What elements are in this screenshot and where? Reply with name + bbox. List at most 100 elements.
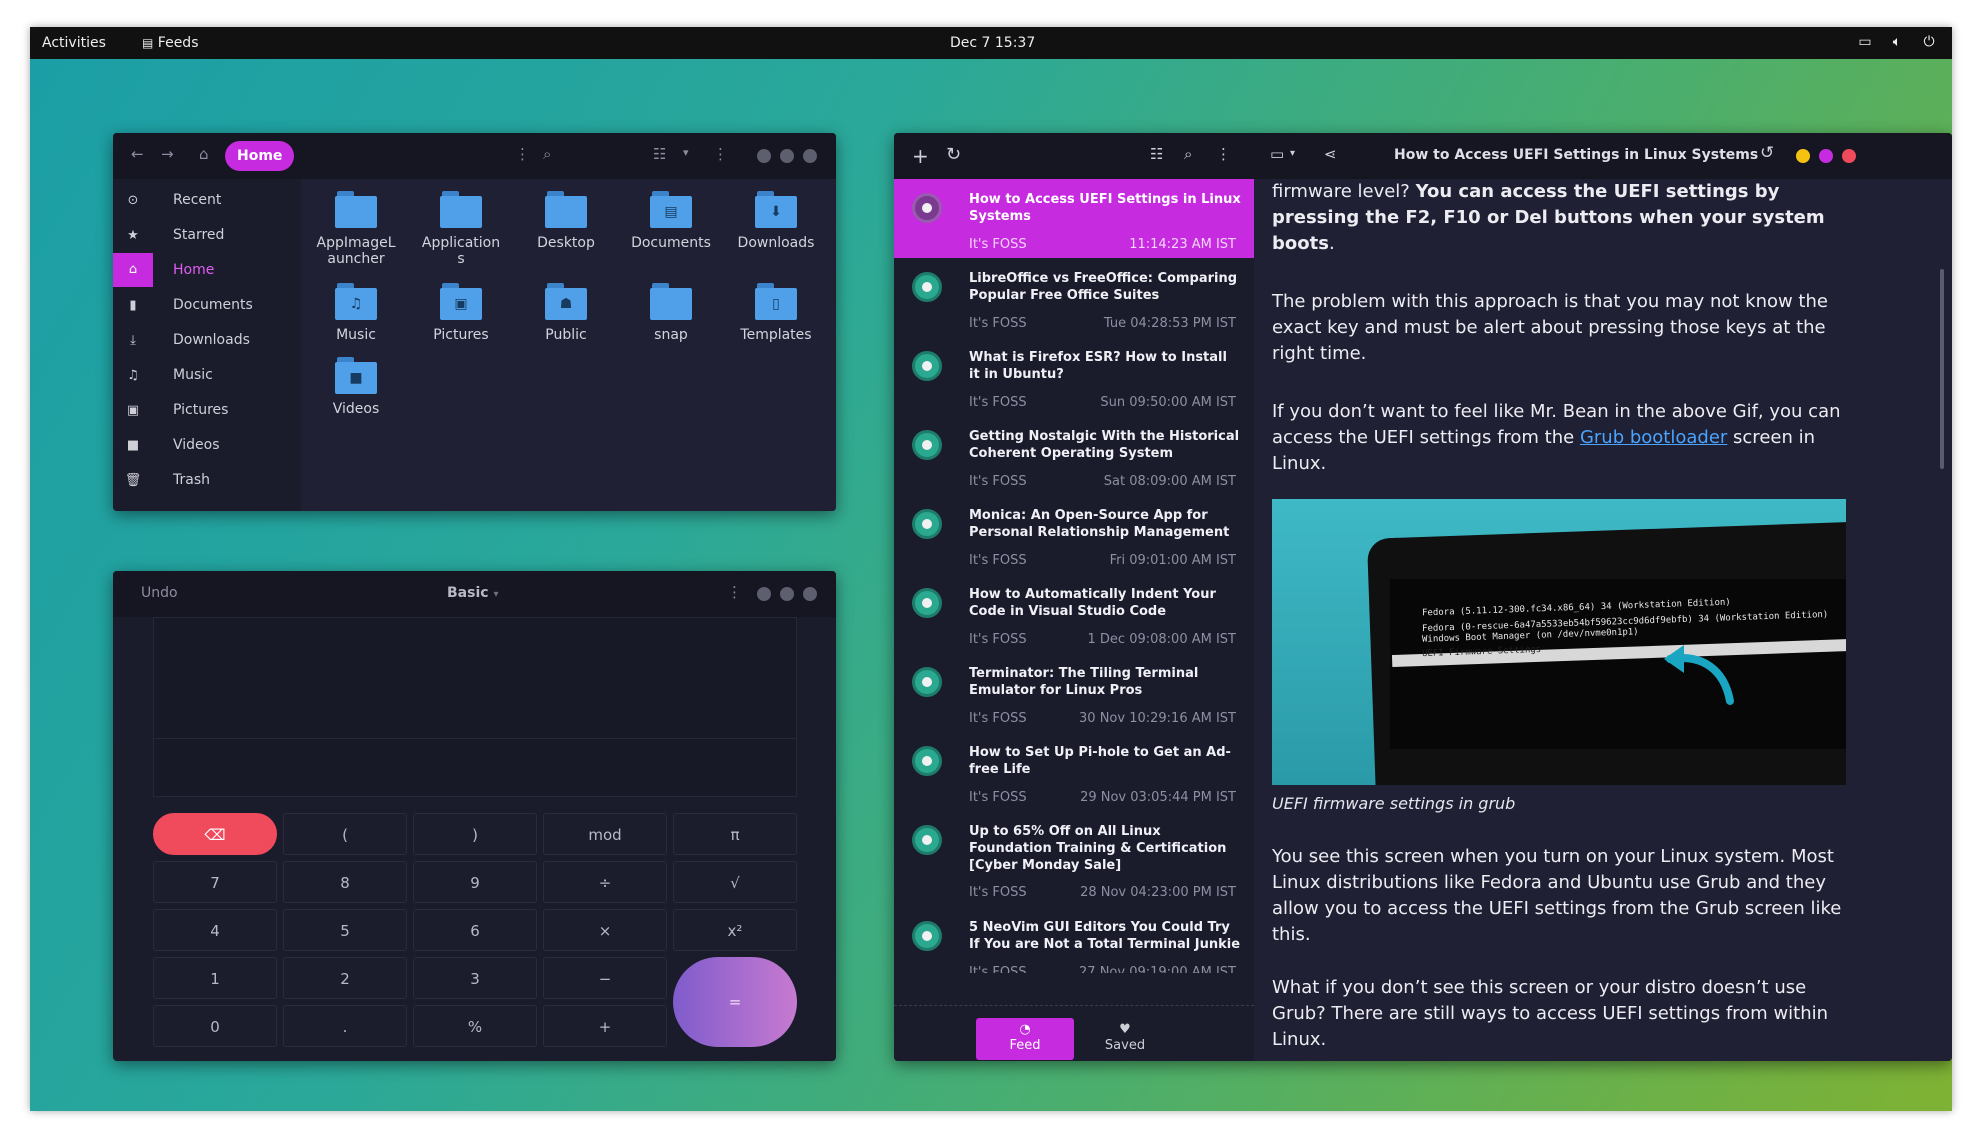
feed-item[interactable]: Monica: An Open-Source App for Personal …: [894, 495, 1254, 574]
sidebar-item-music[interactable]: ♫ Music: [113, 358, 301, 392]
folder-snap[interactable]: snap: [626, 283, 716, 343]
minimize-button[interactable]: [757, 149, 771, 163]
key-6[interactable]: 6: [413, 909, 537, 951]
close-button[interactable]: [803, 149, 817, 163]
system-tray[interactable]: ▭ 🔈︎ ⏻: [1856, 33, 1938, 51]
tab-saved[interactable]: ♥ Saved: [1076, 1018, 1174, 1060]
add-feed-icon[interactable]: +: [912, 146, 929, 166]
folder-downloads[interactable]: ⬇ Downloads: [731, 191, 821, 251]
open-paren-button[interactable]: (: [283, 813, 407, 855]
article-scrollbar[interactable]: [1940, 269, 1944, 469]
maximize-button[interactable]: [780, 149, 794, 163]
folder-desktop[interactable]: Desktop: [521, 191, 611, 251]
feed-avatar-icon: [912, 272, 942, 302]
open-browser-icon[interactable]: ↺: [1760, 145, 1774, 162]
search-icon[interactable]: ⌕: [543, 147, 551, 162]
calculator-display[interactable]: [153, 617, 797, 797]
multiply-button[interactable]: ×: [543, 909, 667, 951]
mode-selector[interactable]: Basic ▾: [447, 585, 498, 601]
subtract-button[interactable]: −: [543, 957, 667, 999]
feed-item[interactable]: Up to 65% Off on All Linux Foundation Tr…: [894, 811, 1254, 907]
feed-item[interactable]: What is Firefox ESR? How to Install it i…: [894, 337, 1254, 416]
minimize-button[interactable]: [1796, 149, 1810, 163]
sidebar-item-downloads[interactable]: ⤓ Downloads: [113, 323, 301, 357]
sidebar-item-videos[interactable]: ■ Videos: [113, 428, 301, 462]
key-5[interactable]: 5: [283, 909, 407, 951]
path-menu-icon[interactable]: ⋮: [515, 147, 530, 162]
screen-icon[interactable]: ▭: [1856, 33, 1874, 51]
feed-item[interactable]: 5 NeoVim GUI Editors You Could Try If Yo…: [894, 907, 1254, 973]
sqrt-button[interactable]: √: [673, 861, 797, 903]
menu-icon[interactable]: ⋮: [727, 585, 742, 600]
percent-button[interactable]: %: [413, 1005, 537, 1047]
undo-button[interactable]: Undo: [141, 585, 178, 601]
view-switcher: ◔ Feed ♥ Saved: [894, 1005, 1254, 1061]
maximize-button[interactable]: [780, 587, 794, 601]
feeds-app-menu[interactable]: ▤ Feeds: [142, 35, 199, 51]
key-4[interactable]: 4: [153, 909, 277, 951]
key-0[interactable]: 0: [153, 1005, 277, 1047]
menu-icon[interactable]: ⋮: [1216, 147, 1231, 162]
refresh-icon[interactable]: ↻: [946, 146, 961, 164]
location-home-button[interactable]: Home: [225, 141, 295, 171]
square-button[interactable]: x²: [673, 909, 797, 951]
sidebar-item-trash[interactable]: 🗑︎ Trash: [113, 463, 301, 497]
sidebar-item-starred[interactable]: ★ Starred: [113, 218, 301, 252]
maximize-button[interactable]: [1819, 149, 1833, 163]
feed-item-selected[interactable]: How to Access UEFI Settings in Linux Sys…: [894, 179, 1254, 258]
folder-templates[interactable]: ▯ Templates: [731, 283, 821, 343]
chevron-down-icon[interactable]: ▾: [1290, 149, 1295, 159]
volume-icon[interactable]: 🔈︎: [1888, 33, 1906, 51]
decimal-button[interactable]: .: [283, 1005, 407, 1047]
search-icon[interactable]: ⌕: [1184, 147, 1192, 162]
files-content: AppImageL auncher Application s Desktop …: [301, 179, 836, 511]
sidebar-item-pictures[interactable]: ▣ Pictures: [113, 393, 301, 427]
key-1[interactable]: 1: [153, 957, 277, 999]
folder-music[interactable]: ♫ Music: [311, 283, 401, 343]
folder-pictures[interactable]: ▣ Pictures: [416, 283, 506, 343]
menu-icon[interactable]: ⋮: [713, 147, 728, 162]
folder-appimagelauncher[interactable]: AppImageL auncher: [311, 191, 401, 267]
key-8[interactable]: 8: [283, 861, 407, 903]
close-button[interactable]: [803, 587, 817, 601]
view-toggle-icon[interactable]: ☷: [653, 147, 666, 162]
folder-documents[interactable]: ▤ Documents: [626, 191, 716, 251]
sidebar-item-home[interactable]: ⌂ Home: [113, 253, 301, 287]
feed-item[interactable]: Getting Nostalgic With the Historical Co…: [894, 416, 1254, 495]
close-paren-button[interactable]: ): [413, 813, 537, 855]
key-2[interactable]: 2: [283, 957, 407, 999]
power-icon[interactable]: ⏻: [1920, 33, 1938, 51]
back-arrow-icon[interactable]: ←: [131, 147, 144, 162]
minimize-button[interactable]: [757, 587, 771, 601]
arrow-icon: [1664, 645, 1734, 705]
key-9[interactable]: 9: [413, 861, 537, 903]
equals-button[interactable]: =: [673, 957, 797, 1047]
clock[interactable]: Dec 7 15:37: [950, 35, 1035, 51]
feed-item[interactable]: How to Set Up Pi-hole to Get an Ad-free …: [894, 732, 1254, 811]
divide-button[interactable]: ÷: [543, 861, 667, 903]
folder-applications[interactable]: Application s: [416, 191, 506, 267]
key-3[interactable]: 3: [413, 957, 537, 999]
feed-item[interactable]: How to Automatically Indent Your Code in…: [894, 574, 1254, 653]
close-button[interactable]: [1842, 149, 1856, 163]
grub-bootloader-link[interactable]: Grub bootloader: [1580, 427, 1727, 448]
filter-icon[interactable]: ☷: [1150, 147, 1163, 162]
backspace-button[interactable]: ⌫: [153, 813, 277, 855]
chevron-down-icon[interactable]: ▾: [683, 147, 689, 158]
add-button[interactable]: +: [543, 1005, 667, 1047]
view-mode-icon[interactable]: ▭: [1270, 147, 1284, 162]
feed-item[interactable]: LibreOffice vs FreeOffice: Comparing Pop…: [894, 258, 1254, 337]
mod-button[interactable]: mod: [543, 813, 667, 855]
pi-button[interactable]: π: [673, 813, 797, 855]
forward-arrow-icon[interactable]: →: [161, 147, 174, 162]
tab-feed[interactable]: ◔ Feed: [976, 1018, 1074, 1060]
folder-public[interactable]: ☗ Public: [521, 283, 611, 343]
key-7[interactable]: 7: [153, 861, 277, 903]
sidebar-item-recent[interactable]: ⊙ Recent: [113, 183, 301, 217]
home-small-icon[interactable]: ⌂: [199, 147, 209, 162]
feed-item[interactable]: Terminator: The Tiling Terminal Emulator…: [894, 653, 1254, 732]
sidebar-item-documents[interactable]: ▮ Documents: [113, 288, 301, 322]
folder-videos[interactable]: ■ Videos: [311, 357, 401, 417]
activities-button[interactable]: Activities: [42, 35, 106, 51]
share-icon[interactable]: ⋖: [1324, 147, 1337, 162]
